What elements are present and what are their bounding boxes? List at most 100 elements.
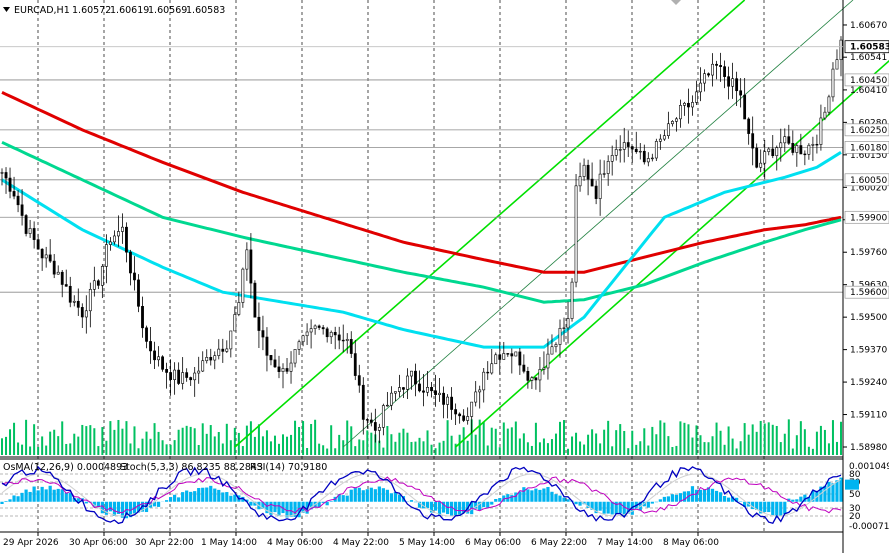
candle-body — [426, 387, 429, 393]
candle-body — [506, 353, 510, 355]
candle-body — [229, 330, 233, 350]
candle-body — [52, 260, 56, 275]
candle-body — [831, 68, 835, 98]
price-tick-label: 1.60670 — [850, 21, 887, 31]
price-tick-label: 1.58980 — [850, 443, 887, 453]
candle-body — [614, 149, 618, 156]
candle-body — [566, 318, 570, 329]
candle-body — [650, 157, 654, 160]
candle-body — [654, 141, 658, 159]
candle-body — [149, 341, 152, 352]
candle-body — [642, 150, 646, 163]
candle-body — [8, 177, 12, 192]
candle-body — [133, 272, 136, 281]
candle-body — [394, 391, 397, 394]
candle-body — [261, 330, 265, 338]
candle-body — [562, 327, 566, 329]
candle-body — [478, 389, 482, 393]
candle-body — [137, 279, 140, 307]
candle-body — [325, 328, 329, 338]
candle-body — [679, 105, 682, 120]
candle-body — [534, 377, 538, 381]
candle-body — [574, 185, 578, 283]
candle-body — [430, 387, 433, 392]
candle-body — [602, 173, 606, 175]
candle-body — [526, 370, 530, 381]
candle-body — [56, 271, 60, 275]
candle-body — [518, 351, 522, 366]
candle-body — [345, 339, 349, 341]
candle-body — [36, 239, 40, 250]
current-price-label: 1.60583 — [850, 43, 889, 53]
candle-body — [827, 96, 831, 113]
candle-body — [570, 281, 574, 319]
candle-body — [414, 370, 417, 385]
candle-body — [618, 149, 622, 151]
candle-body — [606, 160, 610, 174]
time-tick-label: 30 Apr 06:00 — [69, 538, 128, 548]
candle-body — [458, 413, 462, 417]
open-price: 1.60572 — [72, 5, 111, 16]
candle-body — [530, 377, 534, 381]
candle-body — [377, 427, 381, 431]
price-level-label: 1.60450 — [850, 76, 887, 86]
candle-body — [189, 377, 193, 381]
candle-body — [161, 356, 164, 370]
candle-body — [72, 300, 76, 303]
candle-body — [743, 94, 747, 120]
candle-body — [233, 314, 237, 332]
candle-body — [755, 147, 759, 168]
candle-body — [197, 370, 201, 374]
candle-body — [723, 66, 726, 77]
candle-body — [799, 145, 803, 155]
price-chart[interactable]: 1.606701.605411.604101.602801.601501.600… — [0, 0, 889, 553]
candle-body — [265, 336, 269, 356]
candle-body — [185, 372, 189, 378]
candle-body — [253, 282, 257, 318]
candle-body — [361, 384, 365, 420]
candle-body — [498, 354, 502, 360]
price-tick-label: 1.59760 — [850, 248, 887, 258]
candle-body — [622, 142, 626, 150]
candle-body — [422, 390, 425, 393]
candle-body — [466, 416, 470, 421]
indicator-tick-label: -0.0007127 — [849, 522, 889, 532]
candle-body — [84, 310, 88, 318]
candle-body — [550, 346, 554, 355]
price-level-label: 1.59900 — [850, 213, 887, 223]
candle-body — [313, 325, 317, 329]
candle-body — [446, 396, 449, 405]
time-tick-label: 29 Apr 2026 — [3, 538, 59, 548]
candle-body — [125, 226, 128, 253]
candle-body — [783, 136, 787, 144]
candle-body — [48, 254, 52, 262]
high-price: 1.60619 — [110, 5, 149, 16]
candle-body — [297, 341, 301, 350]
candle-body — [285, 368, 289, 372]
candle-body — [205, 357, 209, 362]
candle-body — [16, 195, 20, 206]
candle-body — [4, 172, 8, 179]
candle-body — [454, 409, 458, 415]
candle-body — [546, 353, 550, 369]
candle-body — [389, 392, 393, 406]
price-tick-label: 1.59240 — [850, 378, 887, 388]
price-tick-label: 1.60541 — [850, 53, 887, 63]
time-tick-label: 4 May 22:00 — [333, 538, 389, 548]
candle-body — [510, 353, 514, 357]
candle-body — [807, 144, 811, 155]
candle-body — [349, 339, 353, 354]
candle-body — [145, 327, 148, 342]
indicator-tick-label: 20 — [849, 512, 861, 522]
candle-body — [100, 266, 104, 286]
symbol-label: EURCAD,H1 — [14, 5, 70, 16]
candle-body — [630, 146, 634, 150]
candle-body — [638, 150, 642, 153]
candle-body — [177, 369, 181, 384]
candle-body — [554, 344, 558, 348]
indicator-header: OsMA(12,26,9) 0.0004893 Stoch(5,3,3) 86.… — [3, 462, 327, 473]
candle-body — [277, 366, 281, 372]
candle-body — [683, 102, 686, 106]
price-level-label: 1.60050 — [850, 176, 887, 186]
candle-body — [707, 73, 710, 76]
